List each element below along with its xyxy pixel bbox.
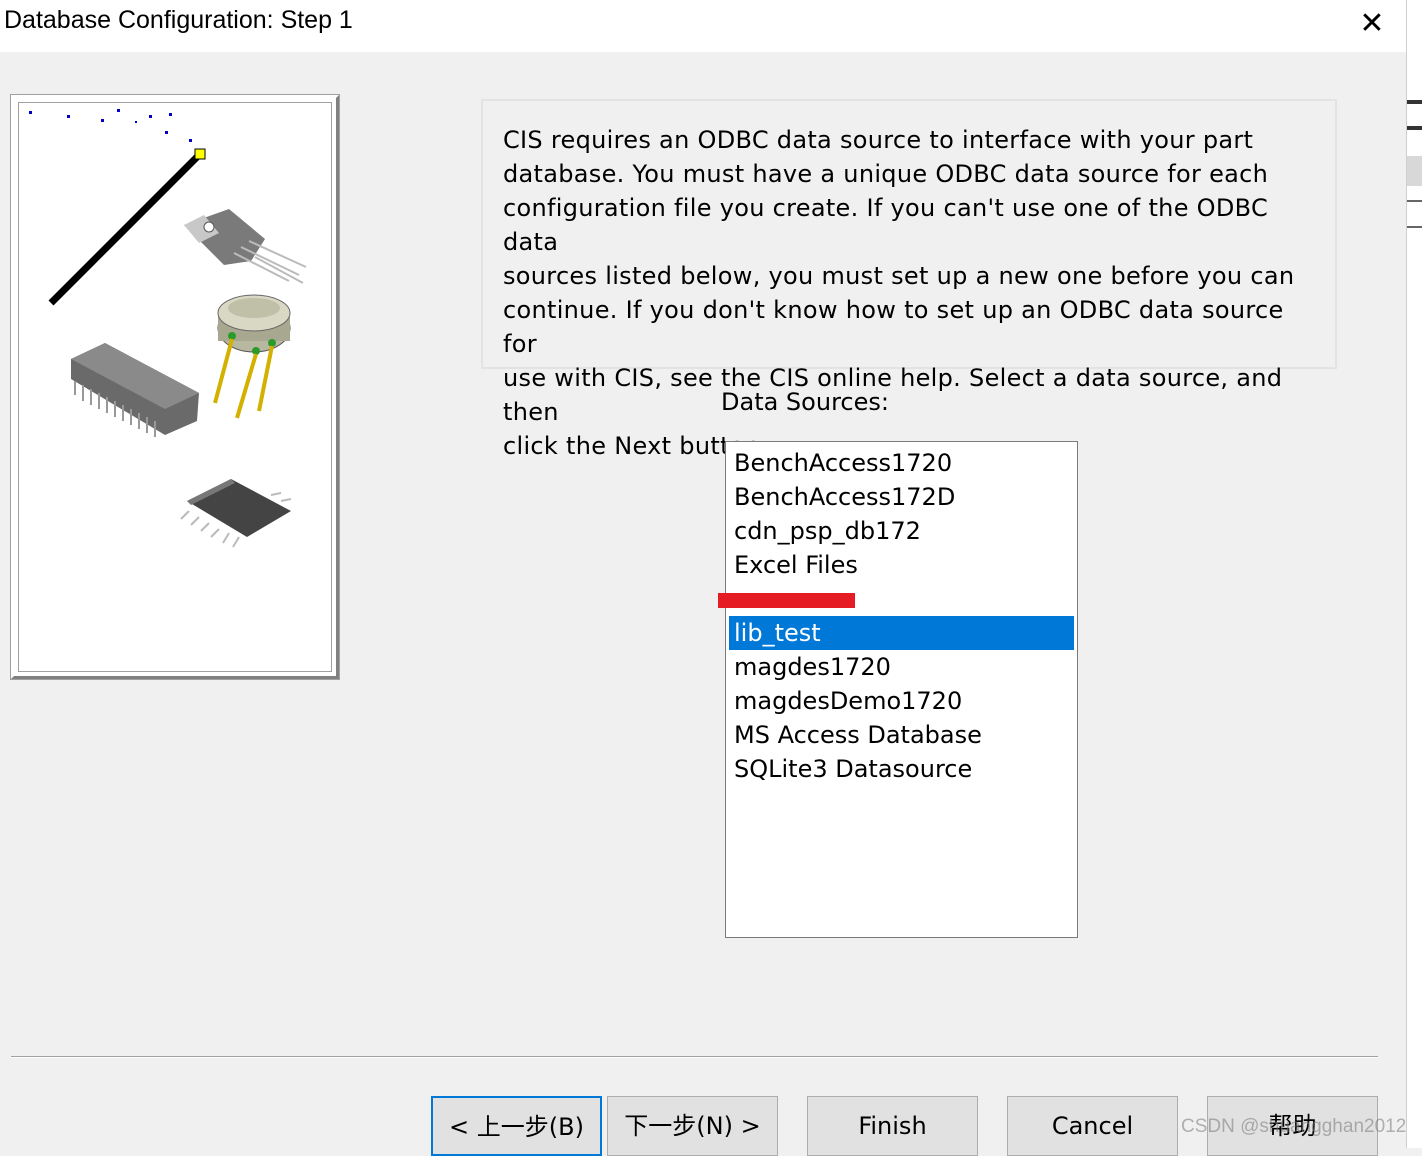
description-panel: CIS requires an ODBC data source to inte… — [481, 99, 1337, 460]
list-item[interactable]: magdesDemo1720 — [729, 684, 1074, 718]
list-item[interactable]: Excel Files — [729, 548, 1074, 582]
finish-button[interactable]: Finish — [807, 1096, 978, 1156]
list-item[interactable]: BenchAccess1720 — [729, 446, 1074, 480]
title-bar: Database Configuration: Step 1 ✕ — [0, 0, 1406, 52]
cancel-button[interactable]: Cancel — [1007, 1096, 1178, 1156]
background-window-edge — [1406, 0, 1422, 1148]
wizard-wand-components-illustration — [29, 109, 307, 548]
description-text: CIS requires an ODBC data source to inte… — [503, 126, 1295, 460]
data-sources-label: Data Sources: — [721, 388, 889, 416]
next-button[interactable]: 下一步(N) > — [607, 1096, 778, 1156]
wizard-illustration — [18, 102, 332, 672]
wizard-illustration-frame — [11, 95, 339, 679]
list-item[interactable]: SQLite3 Datasource — [729, 752, 1074, 786]
list-item[interactable]: MS Access Database — [729, 718, 1074, 752]
data-sources-listbox[interactable]: BenchAccess1720 BenchAccess172D cdn_psp_… — [725, 441, 1078, 938]
list-item[interactable]: cdn_psp_db172 — [729, 514, 1074, 548]
close-icon[interactable]: ✕ — [1350, 4, 1394, 44]
button-separator — [11, 1056, 1378, 1058]
window-title: Database Configuration: Step 1 — [4, 6, 353, 34]
list-item[interactable]: BenchAccess172D — [729, 480, 1074, 514]
list-item[interactable]: magdes1720 — [729, 650, 1074, 684]
back-button[interactable]: < 上一步(B) — [431, 1096, 602, 1156]
list-item-selected[interactable]: lib_test — [729, 616, 1074, 650]
redaction-mark — [718, 593, 855, 608]
watermark: CSDN @shuangghan2012 — [1181, 1116, 1407, 1137]
